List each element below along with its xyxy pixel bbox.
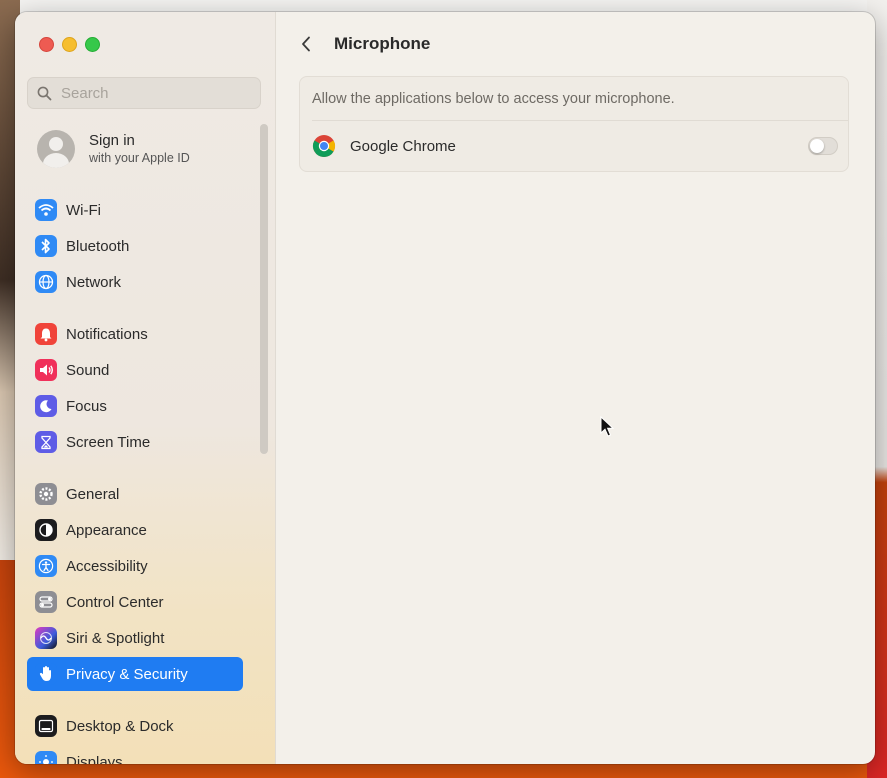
traffic-lights xyxy=(39,37,100,52)
panel-description: Allow the applications below to access y… xyxy=(312,91,675,107)
sidebar-item-label: Privacy & Security xyxy=(66,665,188,683)
chrome-icon xyxy=(312,135,336,158)
bell-icon xyxy=(35,323,57,345)
bluetooth-icon xyxy=(35,235,57,257)
signin-subtitle: with your Apple ID xyxy=(89,151,190,165)
sidebar-item-accessibility[interactable]: Accessibility xyxy=(27,549,243,583)
system-settings-window: Sign in with your Apple ID Wi-Fi Bluetoo… xyxy=(15,12,875,764)
sidebar-item-bluetooth[interactable]: Bluetooth xyxy=(27,229,243,263)
avatar xyxy=(37,130,75,168)
sidebar-item-label: Screen Time xyxy=(66,433,151,451)
sidebar-item-label: Desktop & Dock xyxy=(66,717,174,735)
sidebar-item-focus[interactable]: Focus xyxy=(27,389,243,423)
sidebar-item-label: Notifications xyxy=(66,325,148,343)
page-title: Microphone xyxy=(334,34,431,53)
sidebar-item-label: Wi-Fi xyxy=(66,201,101,219)
sidebar-item-label: Displays xyxy=(66,753,123,765)
sidebar-item-appearance[interactable]: Appearance xyxy=(27,513,243,547)
sidebar-item-sound[interactable]: Sound xyxy=(27,353,243,387)
search-field[interactable] xyxy=(27,77,261,109)
mouse-cursor-icon xyxy=(600,416,614,437)
control-center-icon xyxy=(35,591,57,613)
sidebar-item-label: General xyxy=(66,485,120,503)
sidebar-item-label: Appearance xyxy=(66,521,147,539)
search-icon xyxy=(37,86,52,100)
sidebar-item-label: Control Center xyxy=(66,593,164,611)
globe-icon xyxy=(35,271,57,293)
sidebar-item-wifi[interactable]: Wi-Fi xyxy=(27,193,243,227)
close-button[interactable] xyxy=(39,37,54,52)
wifi-icon xyxy=(35,199,57,221)
sidebar: Sign in with your Apple ID Wi-Fi Bluetoo… xyxy=(15,12,276,764)
sidebar-item-label: Accessibility xyxy=(66,557,148,575)
hourglass-icon xyxy=(35,431,57,453)
sidebar-item-privacy-security[interactable]: Privacy & Security xyxy=(27,657,243,691)
moon-icon xyxy=(35,395,57,417)
appearance-icon xyxy=(35,519,57,541)
sidebar-item-screen-time[interactable]: Screen Time xyxy=(27,425,243,459)
list-item: Google Chrome xyxy=(300,121,850,171)
back-button[interactable] xyxy=(295,33,317,55)
chevron-left-icon xyxy=(302,36,310,52)
sidebar-item-general[interactable]: General xyxy=(27,477,243,511)
sidebar-item-label: Siri & Spotlight xyxy=(66,629,165,647)
sidebar-item-siri-spotlight[interactable]: Siri & Spotlight xyxy=(27,621,243,655)
hand-icon xyxy=(35,663,57,685)
accessibility-icon xyxy=(35,555,57,577)
speaker-icon xyxy=(35,359,57,381)
gear-icon xyxy=(35,483,57,505)
dock-icon xyxy=(35,715,57,737)
signin-title: Sign in xyxy=(89,132,135,149)
microphone-access-panel: Allow the applications below to access y… xyxy=(299,76,849,172)
display-icon xyxy=(35,751,57,764)
siri-icon xyxy=(35,627,57,649)
sidebar-item-notifications[interactable]: Notifications xyxy=(27,317,243,351)
search-input[interactable] xyxy=(59,83,243,103)
sidebar-item-label: Bluetooth xyxy=(66,237,130,255)
sidebar-scrollbar[interactable] xyxy=(260,124,268,454)
main-content: Microphone Allow the applications below … xyxy=(275,12,875,764)
sidebar-item-displays[interactable]: Displays xyxy=(27,745,243,764)
sidebar-item-label: Network xyxy=(66,273,122,291)
zoom-button[interactable] xyxy=(85,37,100,52)
app-name: Google Chrome xyxy=(350,137,456,155)
sidebar-item-network[interactable]: Network xyxy=(27,265,243,299)
sidebar-item-label: Sound xyxy=(66,361,110,379)
sidebar-item-control-center[interactable]: Control Center xyxy=(27,585,243,619)
sidebar-item-desktop-dock[interactable]: Desktop & Dock xyxy=(27,709,243,743)
minimize-button[interactable] xyxy=(62,37,77,52)
sidebar-item-label: Focus xyxy=(66,397,107,415)
chrome-microphone-toggle[interactable] xyxy=(808,137,838,155)
apple-id-signin[interactable]: Sign in with your Apple ID xyxy=(37,130,190,168)
